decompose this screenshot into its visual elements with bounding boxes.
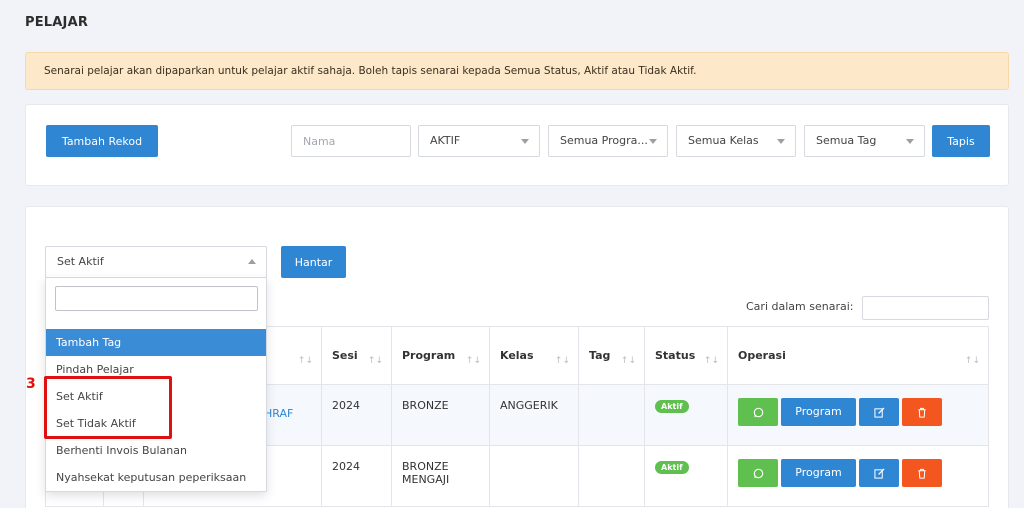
col-sesi[interactable]: Sesi ↑↓ (321, 326, 392, 385)
submit-button[interactable]: Hantar (281, 246, 346, 278)
dropdown-option-nyahsekat[interactable]: Nyahsekat keputusan peperiksaan (46, 464, 266, 491)
cell-sesi: 2024 (321, 445, 392, 507)
chevron-down-icon (521, 139, 529, 144)
annotation-step-number: 3 (26, 376, 36, 392)
add-record-button[interactable]: Tambah Rekod (46, 125, 158, 157)
info-alert: Senarai pelajar akan dipaparkan untuk pe… (25, 52, 1009, 90)
bulk-action-select[interactable]: Set Aktif (45, 246, 267, 278)
col-status[interactable]: Status ↑↓ (644, 326, 728, 385)
whatsapp-button[interactable] (738, 398, 778, 426)
edit-icon (873, 406, 885, 418)
dropdown-search-input[interactable] (55, 286, 258, 311)
whatsapp-icon (753, 407, 763, 417)
bulk-action-value: Set Aktif (57, 255, 104, 268)
tag-select-value: Semua Tag (816, 134, 877, 147)
program-button[interactable]: Program (781, 459, 856, 487)
tag-select[interactable]: Semua Tag (804, 125, 925, 157)
sort-icon: ↑↓ (554, 356, 570, 366)
status-select[interactable]: AKTIF (418, 125, 540, 157)
filter-card: Tambah Rekod AKTIF Semua Progra... Semua… (25, 104, 1009, 186)
cell-kelas: ANGGERIK (489, 384, 579, 446)
sort-icon: ↑↓ (620, 356, 636, 366)
chevron-down-icon (906, 139, 914, 144)
search-input[interactable] (862, 296, 989, 320)
status-select-value: AKTIF (430, 134, 461, 147)
edit-button[interactable] (859, 459, 899, 487)
search-label: Cari dalam senarai: (746, 300, 854, 313)
program-select[interactable]: Semua Progra... (548, 125, 668, 157)
dropdown-option-tambah-tag[interactable]: Tambah Tag (46, 329, 266, 356)
cell-tag (578, 445, 645, 507)
sort-icon: ↑↓ (703, 356, 719, 366)
cell-sesi: 2024 (321, 384, 392, 446)
col-tag[interactable]: Tag ↑↓ (578, 326, 645, 385)
cell-program: BRONZE MENGAJI (391, 445, 490, 507)
sort-icon: ↑↓ (297, 356, 313, 366)
program-select-value: Semua Progra... (560, 134, 648, 147)
class-select-value: Semua Kelas (688, 134, 759, 147)
whatsapp-icon (753, 468, 763, 478)
annotation-highlight-box (44, 376, 172, 439)
sort-icon: ↑↓ (367, 356, 383, 366)
page-title: PELAJAR (25, 15, 89, 30)
col-program[interactable]: Program ↑↓ (391, 326, 490, 385)
sort-icon: ↑↓ (964, 356, 980, 366)
alert-text: Senarai pelajar akan dipaparkan untuk pe… (44, 65, 697, 77)
edit-button[interactable] (859, 398, 899, 426)
trash-icon (918, 407, 926, 418)
col-kelas[interactable]: Kelas ↑↓ (489, 326, 579, 385)
cell-kelas (489, 445, 579, 507)
col-operasi[interactable]: Operasi ↑↓ (727, 326, 989, 385)
status-badge: Aktif (655, 400, 689, 413)
cell-program: BRONZE (391, 384, 490, 446)
cell-tag (578, 384, 645, 446)
name-input[interactable] (291, 125, 411, 157)
whatsapp-button[interactable] (738, 459, 778, 487)
trash-icon (918, 468, 926, 479)
chevron-down-icon (649, 139, 657, 144)
chevron-up-icon (248, 259, 256, 264)
delete-button[interactable] (902, 398, 942, 426)
status-badge: Aktif (655, 461, 689, 474)
delete-button[interactable] (902, 459, 942, 487)
sort-icon: ↑↓ (465, 356, 481, 366)
edit-icon (873, 467, 885, 479)
chevron-down-icon (777, 139, 785, 144)
filter-button[interactable]: Tapis (932, 125, 990, 157)
dropdown-option-berhenti-invois[interactable]: Berhenti Invois Bulanan (46, 437, 266, 464)
student-name-link[interactable]: HRAF (264, 407, 293, 420)
class-select[interactable]: Semua Kelas (676, 125, 796, 157)
program-button[interactable]: Program (781, 398, 856, 426)
